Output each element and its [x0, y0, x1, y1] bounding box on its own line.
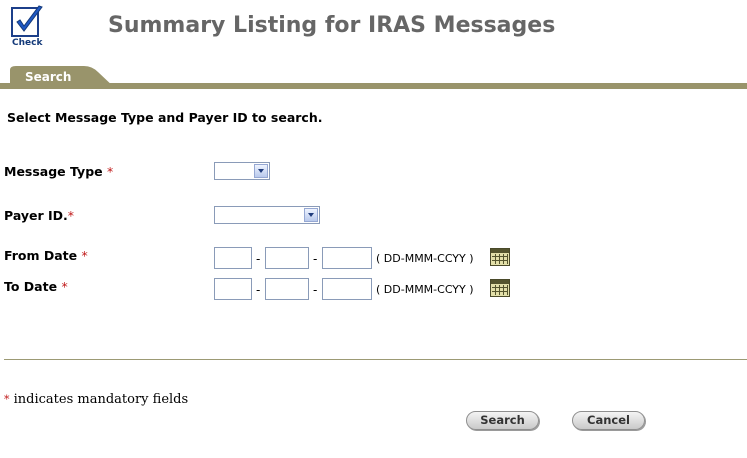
required-star: *: [107, 164, 114, 179]
date-separator: -: [313, 252, 318, 266]
to-date-month-input[interactable]: [265, 278, 309, 300]
chevron-down-icon[interactable]: [254, 164, 268, 178]
tab-search-label[interactable]: Search: [25, 70, 71, 84]
cancel-button[interactable]: Cancel: [572, 411, 645, 430]
check-logo: Check: [10, 5, 50, 51]
message-type-label: Message Type *: [4, 164, 114, 179]
required-star: *: [81, 248, 88, 263]
page-title: Summary Listing for IRAS Messages: [108, 13, 556, 38]
search-instruction: Select Message Type and Payer ID to sear…: [7, 110, 323, 125]
to-date-year-input[interactable]: [322, 278, 372, 300]
date-separator: -: [256, 252, 261, 266]
divider: [4, 359, 747, 360]
search-button[interactable]: Search: [466, 411, 539, 430]
payer-id-label: Payer ID.*: [4, 208, 75, 223]
payer-id-select[interactable]: [214, 206, 320, 224]
required-star: *: [61, 279, 68, 294]
message-type-select[interactable]: [214, 162, 270, 180]
mandatory-note: * indicates mandatory fields: [4, 392, 189, 407]
date-format-hint: ( DD-MMM-CCYY ): [376, 283, 474, 296]
date-separator: -: [313, 283, 318, 297]
checkmark-logo-icon: [11, 5, 43, 37]
from-date-month-input[interactable]: [265, 247, 309, 269]
date-format-hint: ( DD-MMM-CCYY ): [376, 252, 474, 265]
required-star: *: [67, 208, 75, 223]
to-date-day-input[interactable]: [214, 278, 252, 300]
date-separator: -: [256, 283, 261, 297]
calendar-icon[interactable]: [490, 279, 510, 297]
from-date-label: From Date *: [4, 248, 88, 263]
to-date-label: To Date *: [4, 279, 68, 294]
from-date-year-input[interactable]: [322, 247, 372, 269]
chevron-down-icon[interactable]: [304, 208, 318, 222]
logo-label: Check: [12, 38, 43, 48]
from-date-day-input[interactable]: [214, 247, 252, 269]
calendar-icon[interactable]: [490, 248, 510, 266]
